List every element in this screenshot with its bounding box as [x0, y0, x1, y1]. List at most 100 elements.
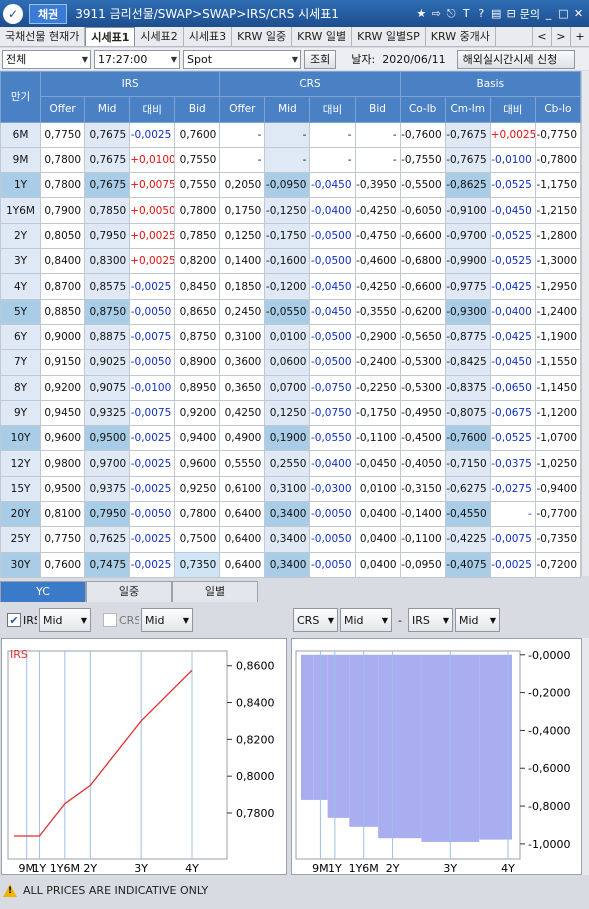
chart-scrollbar[interactable] — [582, 638, 589, 875]
spread-a-select[interactable]: CRS ▼ — [293, 608, 338, 632]
value-cell: 0,9800 — [40, 450, 86, 477]
x-tick-label: 3Y — [443, 862, 457, 875]
crs-mode-value: Mid — [145, 613, 165, 627]
value-cell: -1,1450 — [534, 374, 582, 401]
tab-5[interactable]: KRW 일별 — [292, 27, 353, 46]
chart-tab-1[interactable]: 일중 — [86, 581, 172, 602]
window-tool-2[interactable]: ⎋ — [445, 7, 458, 21]
tab-4[interactable]: KRW 일중 — [232, 27, 293, 46]
value-cell: -0,0950 — [399, 551, 446, 578]
table-scrollbar[interactable] — [581, 71, 589, 576]
value-cell: 0,3100 — [219, 323, 266, 351]
value-cell: +0,0025 — [129, 248, 176, 275]
value-cell: 0,1850 — [219, 273, 266, 300]
spread-b-mode-select[interactable]: Mid ▼ — [454, 608, 500, 632]
window-tool-7[interactable]: 문의 — [520, 6, 540, 22]
x-tick-label: 3Y — [134, 862, 148, 875]
value-cell: 0,8300 — [84, 248, 131, 275]
irs-checkbox[interactable]: ✔ — [7, 613, 21, 627]
irs-curve-chart: 9M 1Y 1Y6M 2Y 3Y 4Y 0,8600 0,8400 0,8200 0,8000 0,… — [1, 638, 287, 875]
table-row[interactable]: 7Y 0,9150 0,9025 -0,0050 0,8900 0,3600 0,0600-… — [0, 349, 582, 376]
tab-1[interactable]: 시세표1 — [85, 27, 136, 46]
table-row[interactable]: 9Y 0,9450 0,9325 -0,0075 0,9200 0,4250 0,1250-… — [0, 399, 582, 427]
tab-scroll-right-icon[interactable]: > — [551, 27, 570, 46]
table-row[interactable]: 6M 0,7750 0,7675 -0,0025 0,7600- - - - -0,7600 -0… — [0, 121, 582, 148]
window-tool-1[interactable]: ⇨ — [430, 7, 443, 20]
table-row[interactable]: 30Y 0,7600 0,7475 -0,0025 0,7350 0,6400 0,3400… — [0, 551, 582, 578]
value-cell: 0,1900 — [264, 425, 311, 452]
value-cell: 0,9700 — [84, 450, 131, 477]
tab-3[interactable]: 시세표3 — [184, 27, 233, 46]
irs-curve-svg: 9M1Y 1Y6M 2Y 3Y 4Y0,86000,84000,82000,80000,… — [7, 648, 275, 875]
tab-2[interactable]: 시세표2 — [135, 27, 184, 46]
table-row[interactable]: 20Y 0,8100 0,7950 -0,0050 0,7800 0,6400 0,3400… — [0, 501, 582, 528]
value-cell: 0,0100 — [354, 475, 401, 503]
table-row[interactable]: 3Y 0,8400 0,8300 +0,0025 0,8200 0,1400 -0,1600… — [0, 248, 582, 275]
date-value[interactable]: 2020/06/11 — [380, 53, 447, 66]
value-cell: -0,6200 — [399, 298, 446, 325]
value-cell: -0,0025 — [489, 551, 536, 578]
value-cell: 0,7550 — [174, 172, 221, 199]
window-tool-6[interactable]: ⊟ — [505, 7, 518, 20]
tab-0[interactable]: 국채선물 현재가 — [0, 27, 86, 46]
x-tick-label: 1Y6M — [50, 862, 80, 875]
window-tool-0[interactable]: ★ — [415, 7, 428, 20]
table-row[interactable]: 2Y 0,8050 0,7950 +0,0025 0,7850 0,1250 -0,1750… — [0, 222, 582, 250]
value-cell: -1,2150 — [534, 197, 582, 224]
table-row[interactable]: 6Y 0,9000 0,8875 -0,0075 0,8750 0,3100 0,0100-… — [0, 323, 582, 351]
overseas-quote-button[interactable]: 해외실시간시세 신청 — [456, 49, 575, 69]
minus-sign: - — [398, 613, 402, 627]
window-tool-9[interactable]: □ — [557, 7, 570, 20]
chevron-down-icon: ▼ — [442, 615, 449, 625]
table-row[interactable]: 25Y 0,7750 0,7625 -0,0025 0,7500 0,6400 0,3400… — [0, 526, 582, 553]
chart-tab-0[interactable]: YC — [0, 581, 86, 602]
window-tool-4[interactable]: ? — [475, 7, 488, 20]
value-cell: 0,1250 — [264, 399, 311, 427]
x-tick-label: 2Y — [83, 862, 97, 875]
search-button[interactable]: 조회 — [304, 49, 337, 69]
value-cell: -0,6050 — [399, 197, 446, 224]
value-cell: -0,0025 — [129, 425, 176, 452]
window-tool-5[interactable]: ▤ — [490, 7, 503, 20]
spread-b-select[interactable]: IRS ▼ — [407, 608, 453, 632]
value-cell: 0,8750 — [174, 323, 221, 351]
value-cell: -0,7675 — [444, 146, 491, 174]
value-cell: -0,1100 — [399, 526, 446, 553]
value-cell: -0,4050 — [399, 450, 446, 477]
value-cell: 0,9325 — [84, 399, 131, 427]
value-cell: -0,0025 — [129, 273, 176, 300]
table-row[interactable]: 10Y 0,9600 0,9500 -0,0025 0,9400 0,4900 0,1900… — [0, 425, 582, 452]
value-cell: 0,9025 — [84, 349, 131, 376]
value-cell: 0,3400 — [264, 501, 311, 528]
window-tool-8[interactable]: _ — [542, 7, 555, 20]
table-row[interactable]: 12Y 0,9800 0,9700 -0,0025 0,9600 0,5550 0,2550… — [0, 450, 582, 477]
tab-7[interactable]: KRW 중개사 — [426, 27, 496, 46]
add-tab-icon[interactable]: + — [570, 27, 589, 46]
value-cell: +0,0075 — [129, 172, 176, 199]
time-select[interactable]: 17:27:00 ▼ — [94, 49, 180, 69]
market-select[interactable]: 전체 ▼ — [2, 49, 91, 69]
type-select[interactable]: Spot ▼ — [183, 49, 301, 69]
table-row[interactable]: 5Y 0,8850 0,8750 -0,0050 0,8650 0,2450 -0,0550… — [0, 298, 582, 325]
window-tool-10[interactable]: ✕ — [572, 7, 585, 20]
tenor-cell: 25Y — [0, 526, 42, 553]
value-cell: 0,0400 — [354, 551, 401, 578]
table-row[interactable]: 1Y 0,7800 0,7675 +0,0075 0,7550 0,2050 -0,0950… — [0, 172, 582, 199]
crs-mode-select[interactable]: Mid ▼ — [141, 608, 193, 632]
value-cell: 0,8950 — [174, 374, 221, 401]
value-cell: -0,7200 — [534, 551, 582, 578]
table-row[interactable]: 1Y6M 0,7900 0,7850 +0,0050 0,7800 0,1750 -0,12… — [0, 197, 582, 224]
tab-6[interactable]: KRW 일별SP — [352, 27, 426, 46]
crs-checkbox[interactable] — [103, 613, 117, 627]
irs-mode-select[interactable]: Mid ▼ — [39, 608, 91, 632]
table-row[interactable]: 8Y 0,9200 0,9075 -0,0100 0,8950 0,3650 0,0700-… — [0, 374, 582, 401]
window-tool-3[interactable]: T — [460, 7, 473, 20]
spread-a-mode-select[interactable]: Mid ▼ — [340, 608, 392, 632]
table-row[interactable]: 15Y 0,9500 0,9375 -0,0025 0,9250 0,6100 0,3100… — [0, 475, 582, 503]
tab-scroll-left-icon[interactable]: < — [532, 27, 551, 46]
category-badge[interactable]: 채권 — [29, 3, 68, 24]
chart-tab-2[interactable]: 일별 — [172, 581, 258, 602]
table-row[interactable]: 9M 0,7800 0,7675 +0,0100 0,7550- - - - -0,7550 -0… — [0, 146, 582, 174]
value-cell: -1,1550 — [534, 349, 582, 376]
table-row[interactable]: 4Y 0,8700 0,8575 -0,0025 0,8450 0,1850 -0,1200… — [0, 273, 582, 300]
